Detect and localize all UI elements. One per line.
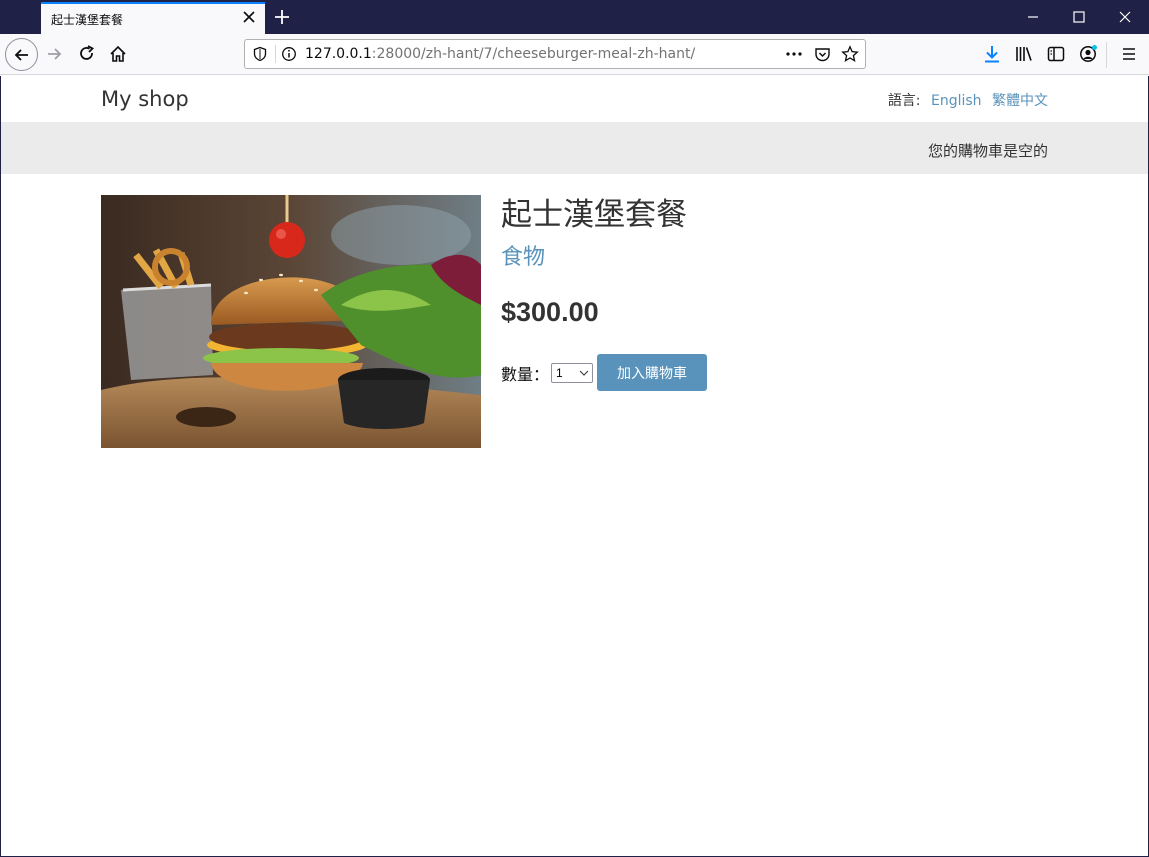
- back-button[interactable]: [5, 38, 38, 71]
- pocket-icon[interactable]: [814, 46, 831, 63]
- add-to-cart-button[interactable]: 加入購物車: [597, 354, 708, 391]
- language-link-traditional-chinese[interactable]: 繁體中文: [992, 93, 1048, 109]
- product-title: 起士漢堡套餐: [501, 197, 687, 233]
- site-logo-link[interactable]: My shop: [101, 87, 189, 111]
- chevron-down-icon: [579, 370, 589, 376]
- sidebar-icon[interactable]: [1046, 44, 1066, 64]
- account-icon[interactable]: [1078, 44, 1098, 64]
- product-category-link[interactable]: 食物: [501, 239, 545, 271]
- cart-status: 您的購物車是空的: [927, 142, 1048, 160]
- maximize-icon[interactable]: [1071, 9, 1087, 25]
- browser-toolbar: 127.0.0.1:28000/zh-hant/7/cheeseburger-m…: [0, 34, 1149, 75]
- reload-icon[interactable]: [77, 44, 97, 64]
- url-host: 127.0.0.1: [305, 46, 372, 62]
- back-arrow-icon: [14, 49, 28, 61]
- quantity-label: 數量：: [501, 364, 550, 384]
- close-window-icon[interactable]: [1117, 9, 1133, 25]
- library-icon[interactable]: [1014, 44, 1034, 64]
- product-price: $300.00: [501, 297, 599, 327]
- minimize-icon[interactable]: [1025, 9, 1041, 25]
- product-image: [101, 195, 481, 448]
- url-path: :28000/zh-hant/7/cheeseburger-meal-zh-ha…: [371, 46, 696, 62]
- toolbar-separator: [1106, 42, 1107, 68]
- url-text: 127.0.0.1:28000/zh-hant/7/cheeseburger-m…: [305, 46, 695, 62]
- forward-arrow-icon[interactable]: [44, 44, 64, 64]
- quantity-select[interactable]: 1: [551, 362, 594, 383]
- add-to-cart-form: 數量： 1 加入購物車: [501, 354, 708, 391]
- web-page: My shop 語言: English 繁體中文 您的購物車是空的 起士漢堡套餐…: [0, 76, 1149, 857]
- close-tab-icon[interactable]: [241, 9, 257, 25]
- more-actions-icon[interactable]: [785, 46, 803, 62]
- tab-title: 起士漢堡套餐: [51, 13, 124, 27]
- site-header: My shop 語言: English 繁體中文: [1, 76, 1148, 122]
- browser-tab[interactable]: 起士漢堡套餐: [41, 2, 265, 34]
- language-label: 語言:: [887, 93, 921, 109]
- new-tab-icon[interactable]: [273, 8, 291, 26]
- quantity-value: 1: [556, 365, 563, 380]
- shield-icon[interactable]: [252, 46, 268, 62]
- language-link-english[interactable]: English: [931, 93, 982, 109]
- bookmark-star-icon[interactable]: [841, 45, 859, 63]
- info-icon[interactable]: [281, 46, 297, 62]
- urlbar-divider: [275, 45, 276, 63]
- product-detail: 起士漢堡套餐 食物 $300.00 數量： 1 加入購物車: [501, 195, 708, 391]
- cheeseburger-photo-icon: [101, 195, 481, 448]
- download-icon[interactable]: [982, 44, 1002, 64]
- browser-titlebar: 起士漢堡套餐: [0, 0, 1149, 34]
- url-bar[interactable]: 127.0.0.1:28000/zh-hant/7/cheeseburger-m…: [244, 39, 866, 69]
- home-icon[interactable]: [108, 44, 128, 64]
- language-switcher: 語言: English 繁體中文: [888, 90, 1048, 110]
- menu-icon[interactable]: [1119, 44, 1139, 64]
- cart-bar: 您的購物車是空的: [1, 122, 1148, 174]
